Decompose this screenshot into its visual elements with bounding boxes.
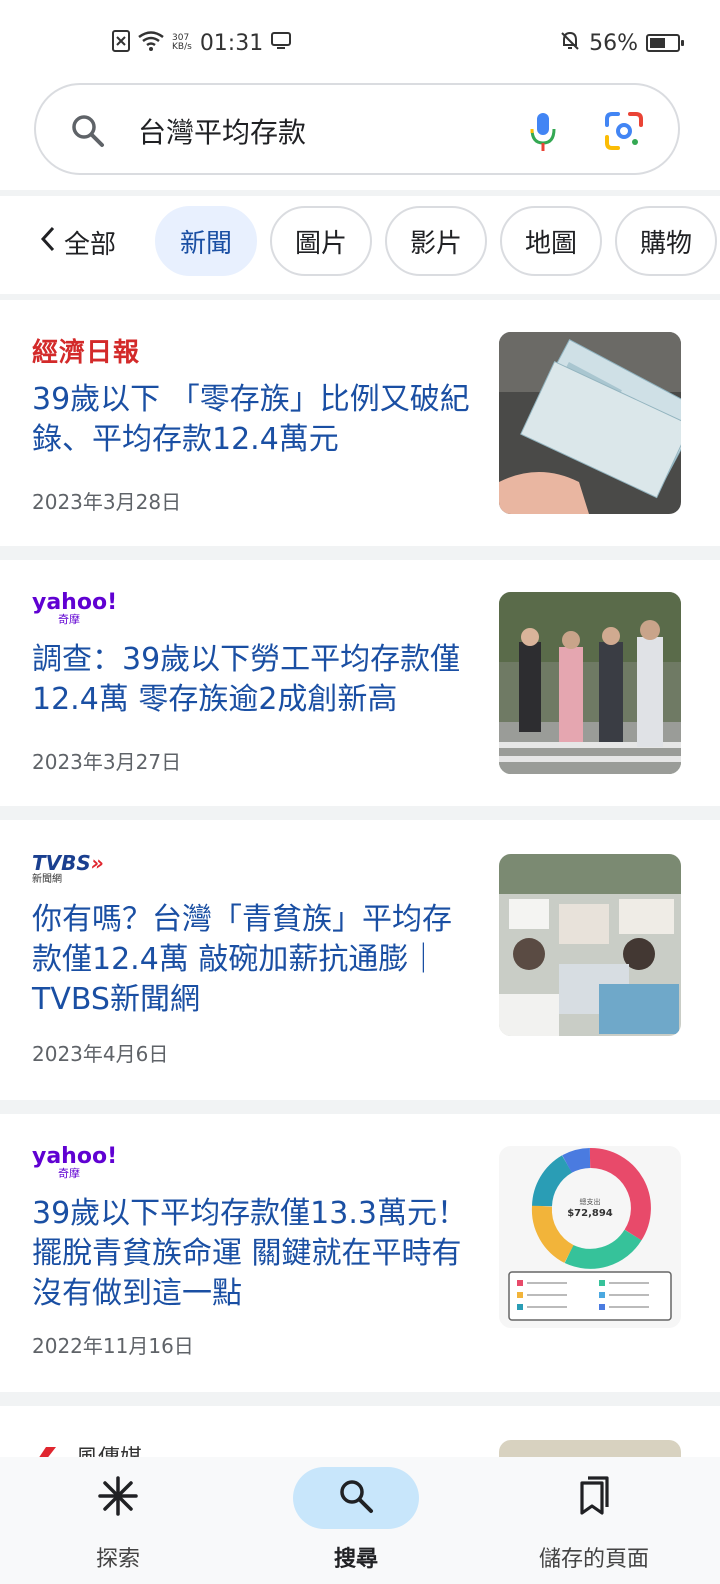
news-thumbnail-donut-chart[interactable]: 總支出 $72,894 (499, 1146, 681, 1328)
tab-maps-label: 地圖 (524, 228, 577, 259)
tab-shopping-label: 購物 (639, 228, 692, 259)
battery-icon (646, 34, 684, 52)
network-speed: 307 KB/s (172, 34, 192, 52)
tab-videos-label: 影片 (409, 228, 462, 259)
card-separator (0, 546, 720, 560)
nav-search[interactable]: 搜尋 (266, 1457, 446, 1584)
search-tabs: 全部 新聞 圖片 影片 地圖 購物 (0, 204, 720, 278)
asterisk-icon (96, 1474, 140, 1522)
tab-images[interactable]: 圖片 (270, 206, 372, 276)
source-name: TVBS» (32, 852, 104, 874)
news-headline[interactable]: 39歲以下平均存款僅13.3萬元！擺脫青貧族命運 關鍵就在平時有沒有做到這一點 (32, 1194, 472, 1314)
news-date: 2023年3月27日 (32, 750, 182, 774)
news-date: 2023年4月6日 (32, 1042, 169, 1066)
bell-muted-icon (559, 30, 581, 56)
source-subname: 奇摩 (58, 1167, 80, 1180)
sim-status-icon (112, 30, 130, 56)
tab-images-label: 圖片 (294, 228, 347, 259)
news-thumbnail-crowd[interactable] (499, 592, 681, 774)
tab-shopping[interactable]: 購物 (615, 206, 717, 276)
news-headline[interactable]: 調查：39歲以下勞工平均存款僅12.4萬 零存族逾2成創新高 (32, 640, 472, 720)
bottom-navigation: 探索 搜尋 儲存的頁面 (0, 1457, 720, 1584)
network-speed-unit: KB/s (172, 42, 192, 52)
nav-saved-label: 儲存的頁面 (538, 1547, 649, 1572)
card-separator (0, 1392, 720, 1406)
source-name: yahoo! (32, 590, 118, 615)
source-logo-yahoo: yahoo! 奇摩 (32, 592, 117, 626)
tab-news[interactable]: 新聞 (155, 206, 257, 276)
status-bar: 307 KB/s 01:31 56% (0, 0, 720, 84)
nav-saved-icon-wrap (531, 1467, 657, 1529)
search-box[interactable]: 台灣平均存款 (34, 83, 680, 175)
tvbs-arrow-glyph: » (90, 851, 104, 875)
news-thumbnail-office[interactable] (499, 854, 681, 1036)
clock: 01:31 (199, 30, 264, 56)
card-separator (0, 806, 720, 820)
news-result-card[interactable]: yahoo! 奇摩 39歲以下平均存款僅13.3萬元！擺脫青貧族命運 關鍵就在平… (0, 1114, 720, 1392)
nav-discover[interactable]: 探索 (28, 1457, 208, 1584)
search-icon (337, 1477, 375, 1519)
back-to-all-label: 全部 (64, 230, 117, 260)
microphone-icon[interactable] (528, 111, 558, 159)
news-headline[interactable]: 39歲以下 「零存族」比例又破紀錄、平均存款12.4萬元 (32, 380, 472, 460)
back-to-all-button[interactable]: 全部 (40, 224, 116, 261)
header-divider (0, 190, 720, 196)
wifi-icon (138, 31, 164, 55)
tab-videos[interactable]: 影片 (385, 206, 487, 276)
news-date: 2022年11月16日 (32, 1334, 194, 1358)
source-logo-tvbs: TVBS» 新聞網 (32, 852, 104, 885)
source-logo-yahoo: yahoo! 奇摩 (32, 1146, 117, 1180)
tab-maps[interactable]: 地圖 (500, 206, 602, 276)
chevron-left-icon (40, 226, 56, 259)
nav-saved[interactable]: 儲存的頁面 (504, 1457, 684, 1584)
nav-search-label: 搜尋 (333, 1547, 378, 1572)
source-logo-udn: 經濟日報 (32, 338, 141, 368)
source-subname: 奇摩 (58, 613, 80, 626)
news-thumbnail-banknotes[interactable] (499, 332, 681, 514)
source-name: yahoo! (32, 1144, 118, 1169)
source-name-text: TVBS (32, 851, 91, 875)
battery-fill (650, 38, 665, 48)
news-result-card[interactable]: 經濟日報 39歲以下 「零存族」比例又破紀錄、平均存款12.4萬元 2023年3… (0, 300, 720, 546)
card-separator (0, 1100, 720, 1114)
news-headline[interactable]: 你有嗎？台灣「青貧族」平均存款僅12.4萬 敲碗加薪抗通膨｜TVBS新聞網 (32, 900, 472, 1020)
search-icon[interactable] (70, 113, 106, 153)
nav-search-icon-wrap (293, 1467, 419, 1529)
news-result-card[interactable]: TVBS» 新聞網 你有嗎？台灣「青貧族」平均存款僅12.4萬 敲碗加薪抗通膨｜… (0, 820, 720, 1100)
battery-percent: 56% (589, 30, 638, 56)
google-lens-icon[interactable] (604, 111, 644, 155)
nav-discover-label: 探索 (95, 1547, 140, 1572)
donut-center-label: 總支出 (580, 1197, 601, 1206)
news-result-card[interactable]: yahoo! 奇摩 調查：39歲以下勞工平均存款僅12.4萬 零存族逾2成創新高… (0, 560, 720, 806)
tab-news-label: 新聞 (179, 228, 232, 259)
search-input[interactable]: 台灣平均存款 (138, 111, 306, 151)
source-subname: 新聞網 (32, 874, 62, 885)
nav-discover-icon-wrap (55, 1467, 181, 1529)
screen-cast-icon (271, 32, 292, 54)
donut-center-value: $72,894 (567, 1208, 613, 1219)
news-date: 2023年3月28日 (32, 490, 182, 514)
bookmarks-icon (574, 1475, 614, 1521)
